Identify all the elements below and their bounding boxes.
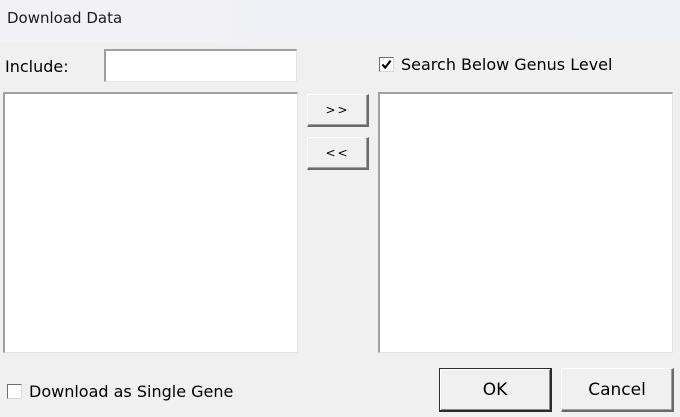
download-single-gene-box[interactable] — [7, 384, 22, 399]
include-input[interactable] — [104, 49, 297, 82]
download-single-gene-checkbox[interactable]: Download as Single Gene — [7, 382, 233, 401]
remove-from-selection-button[interactable]: << — [307, 137, 369, 170]
available-items-list[interactable] — [3, 92, 298, 353]
selected-items-list[interactable] — [378, 92, 673, 353]
add-to-selection-button[interactable]: >> — [307, 94, 369, 127]
search-below-genus-box[interactable] — [379, 57, 394, 72]
title-bar[interactable]: Download Data — [0, 0, 680, 42]
search-below-genus-label: Search Below Genus Level — [401, 55, 613, 74]
cancel-button[interactable]: Cancel — [561, 368, 674, 412]
download-data-dialog: Download Data Include: Search Below Genu… — [0, 0, 680, 417]
checkmark-icon — [381, 59, 392, 70]
include-label: Include: — [5, 57, 69, 76]
download-single-gene-label: Download as Single Gene — [29, 382, 234, 401]
search-below-genus-checkbox[interactable]: Search Below Genus Level — [379, 55, 612, 74]
window-title: Download Data — [7, 9, 123, 27]
ok-button[interactable]: OK — [439, 368, 552, 412]
